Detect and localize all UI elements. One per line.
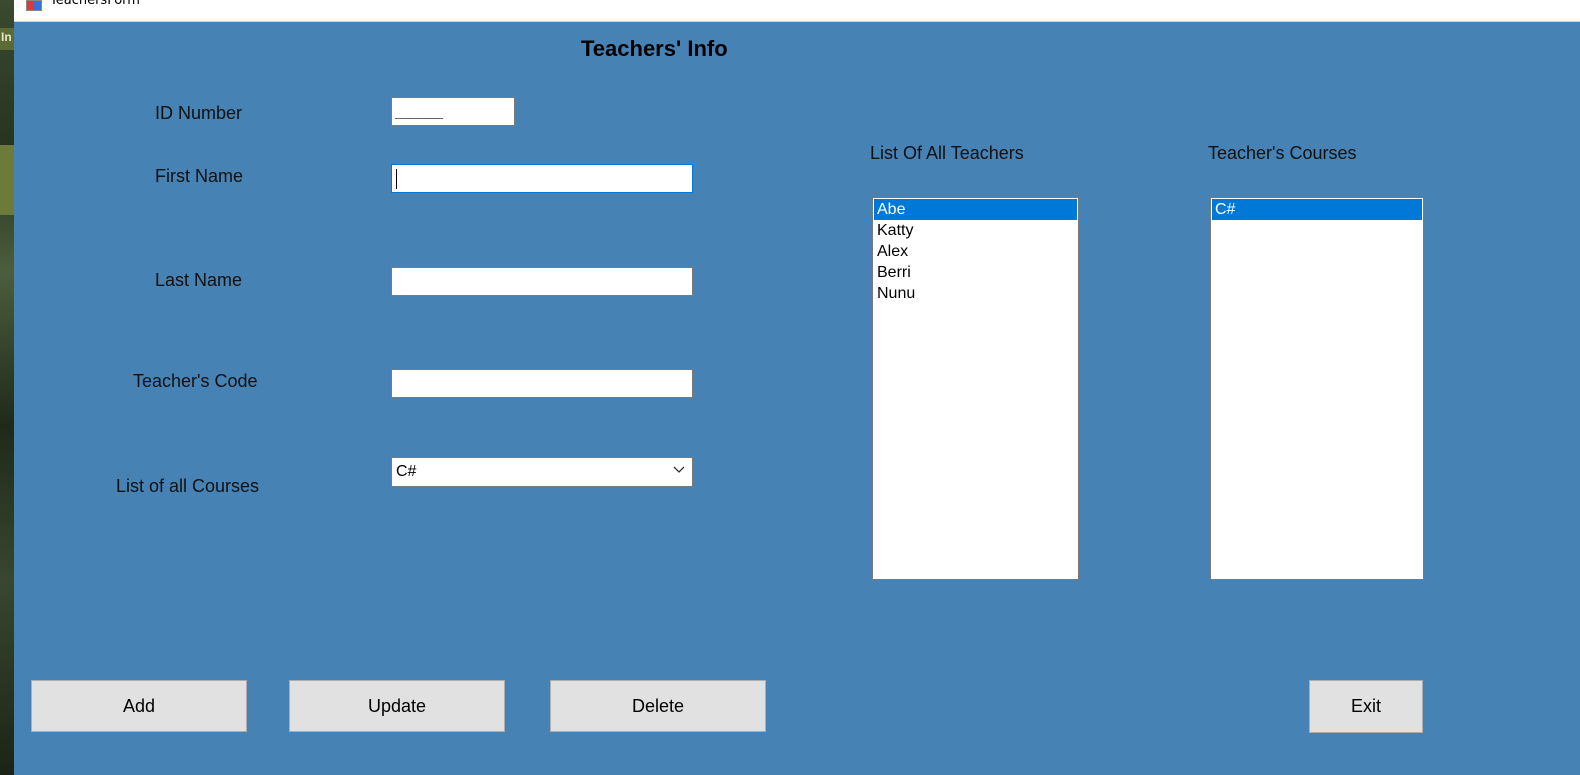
list-item[interactable]: Abe [874,199,1077,220]
list-item[interactable]: C# [1212,199,1422,220]
chevron-down-icon[interactable] [672,463,686,477]
id-number-field[interactable]: _____ [391,97,515,126]
title-bar[interactable]: TeachersForm [14,0,1580,22]
id-number-label: ID Number [155,103,243,123]
list-item[interactable]: Nunu [874,283,1077,304]
exit-button[interactable]: Exit [1309,680,1423,733]
teacher-courses-listbox[interactable]: C# [1210,197,1424,580]
last-name-label: Last Name [155,270,243,290]
teachers-form-window: TeachersForm Teachers' Info ID Number Fi… [14,0,1580,775]
page-title: Teachers' Info [581,36,728,61]
desktop-icon-fragment [0,145,14,215]
window-title: TeachersForm [50,0,140,8]
id-number-mask: _____ [395,100,444,119]
delete-button[interactable]: Delete [550,680,766,732]
teachers-list-label: List Of All Teachers [870,143,1024,163]
text-caret [396,169,397,189]
add-button[interactable]: Add [31,680,247,732]
app-icon [26,0,42,11]
courses-dropdown[interactable]: C# [391,457,693,487]
last-name-field[interactable] [391,267,693,296]
desktop-background: In [0,0,14,775]
list-item[interactable]: Katty [874,220,1077,241]
first-name-label: First Name [155,166,244,186]
list-item[interactable]: Berri [874,262,1077,283]
list-item[interactable]: Alex [874,241,1077,262]
desktop-text-fragment: In [1,30,12,44]
update-button[interactable]: Update [289,680,505,732]
teacher-code-label: Teacher's Code [133,371,258,391]
teacher-courses-label: Teacher's Courses [1208,143,1357,163]
teachers-listbox[interactable]: Abe Katty Alex Berri Nunu [872,197,1079,580]
courses-label: List of all Courses [116,476,260,496]
first-name-field[interactable] [391,164,693,193]
courses-selected-value: C# [396,463,417,480]
teacher-code-field[interactable] [391,369,693,398]
